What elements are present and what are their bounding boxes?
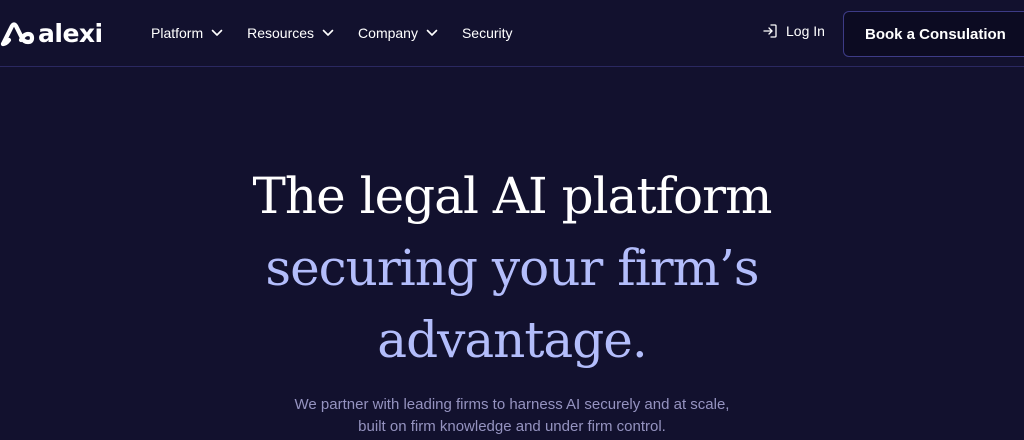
hero-section: The legal AI platform securing your firm… [0, 160, 1024, 438]
hero-subtext: We partner with leading firms to harness… [0, 394, 1024, 438]
top-navbar: alexi Platform Resources Company Securit… [0, 0, 1024, 67]
subtext-line-1: We partner with leading firms to harness… [294, 396, 730, 413]
nav-item-label: Resources [247, 25, 315, 41]
cta-label: Book a Consulation [865, 25, 1006, 43]
chevron-down-icon [211, 29, 223, 36]
brand-name: alexi [38, 19, 103, 48]
nav-item-label: Security [461, 25, 513, 41]
nav-item-security[interactable]: Security [462, 22, 513, 44]
hero-headline: The legal AI platform securing your firm… [0, 160, 1024, 376]
headline-line-3: advantage. [377, 311, 647, 369]
nav-item-label: Platform [151, 25, 204, 41]
book-consultation-button[interactable]: Book a Consulation [843, 11, 1024, 57]
chevron-down-icon [426, 29, 438, 36]
headline-line-2: securing your firm’s [265, 239, 759, 297]
login-link[interactable]: Log In [762, 23, 825, 39]
headline-line-1: The legal AI platform [252, 167, 773, 225]
nav-item-label: Company [358, 25, 418, 41]
chevron-down-icon [322, 29, 334, 36]
nav-item-company[interactable]: Company [358, 22, 438, 44]
nav-item-platform[interactable]: Platform [151, 22, 223, 44]
main-nav: Platform Resources Company Security [151, 22, 537, 44]
alexi-logo-icon [0, 22, 35, 47]
login-icon [763, 24, 777, 38]
login-label: Log In [786, 23, 825, 39]
brand-logo[interactable]: alexi [0, 18, 103, 50]
nav-item-resources[interactable]: Resources [247, 22, 334, 44]
subtext-line-2: built on firm knowledge and under firm c… [358, 418, 666, 435]
